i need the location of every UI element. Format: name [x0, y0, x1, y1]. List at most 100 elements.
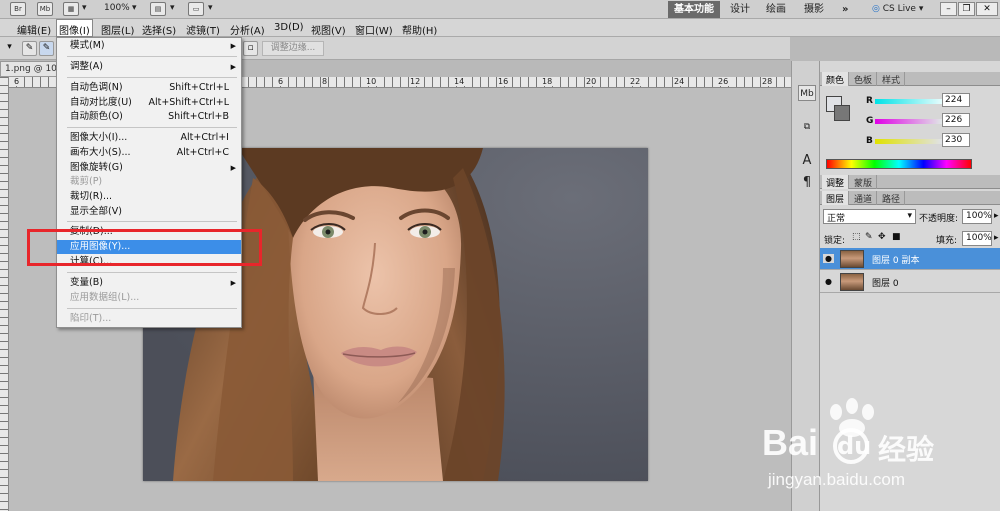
paragraph-panel-icon[interactable]: ¶ [798, 175, 816, 191]
menu-item-auto-color[interactable]: 自动颜色(O) Shift+Ctrl+B [57, 110, 241, 124]
menu-edit[interactable]: 编辑(E) [17, 22, 51, 37]
restore-icon[interactable]: ❐ [958, 2, 975, 16]
fill-dropdown-icon[interactable]: ▸ [994, 233, 999, 243]
menu-analysis[interactable]: 分析(A) [230, 22, 265, 37]
blue-slider[interactable] [875, 139, 949, 144]
tab-paths[interactable]: 路径 [878, 191, 906, 205]
view-extras-icon[interactable]: ▦ [63, 2, 79, 16]
zoom-dropdown-icon[interactable]: ▾ [132, 3, 137, 13]
workspace-painting[interactable]: 绘画 [760, 1, 792, 18]
tab-channels[interactable]: 通道 [850, 191, 878, 205]
layer-name: 图层 0 副本 [872, 256, 920, 266]
ruler-tick-label: 18 [541, 77, 554, 86]
close-icon[interactable]: ✕ [976, 2, 998, 16]
fill-field[interactable]: 100% [962, 231, 992, 246]
red-slider[interactable] [875, 99, 949, 104]
tab-masks[interactable]: 蒙版 [850, 175, 878, 189]
menu-layer[interactable]: 图层(L) [101, 22, 134, 37]
bridge-icon[interactable]: Br [10, 2, 26, 16]
menu-item-canvas-size[interactable]: 画布大小(S)... Alt+Ctrl+C [57, 146, 241, 160]
menu-window[interactable]: 窗口(W) [355, 22, 393, 37]
menu-item-label: 应用数据组(L)... [70, 292, 140, 303]
layer-row[interactable]: ● 图层 0 [820, 271, 1000, 293]
mini-bridge-icon[interactable]: Mb [37, 2, 53, 16]
mini-bridge-panel-icon[interactable]: Mb [798, 85, 816, 101]
ruler-tick-label: 6 [13, 77, 21, 86]
menu-item-label: 图像旋转(G) [70, 162, 123, 173]
menu-item-reveal-all[interactable]: 显示全部(V) [57, 205, 241, 219]
arrange-documents-icon[interactable]: ▤ [150, 2, 166, 16]
menu-item-image-rotation[interactable]: 图像旋转(G) ▶ [57, 161, 241, 175]
tab-adjustments[interactable]: 调整 [822, 175, 850, 189]
blend-mode-select[interactable]: 正常 ▾ [823, 209, 916, 224]
minimize-icon[interactable]: – [940, 2, 957, 16]
layer-row[interactable]: ● 图层 0 副本 [820, 248, 1000, 270]
green-value-field[interactable]: 226 [942, 113, 970, 127]
layers-panel-tabs: 图层 通道 路径 [820, 191, 1000, 205]
menu-item-label: 自动对比度(U) [70, 97, 132, 108]
menu-select[interactable]: 选择(S) [142, 22, 176, 37]
history-panel-icon[interactable]: ⧉ [798, 119, 816, 135]
menu-filter[interactable]: 滤镜(T) [186, 22, 220, 37]
color-spectrum-bar[interactable] [826, 159, 972, 169]
screen-mode-dropdown-icon[interactable]: ▾ [208, 3, 213, 13]
ruler-tick-label: 24 [673, 77, 686, 86]
tab-swatches[interactable]: 色板 [850, 72, 878, 86]
visibility-eye-icon[interactable]: ● [823, 254, 834, 263]
opacity-dropdown-icon[interactable]: ▸ [994, 211, 999, 221]
adjustments-panel-tabs: 调整 蒙版 [820, 175, 1000, 189]
cs-live-button[interactable]: ◎ CS Live ▾ [866, 1, 929, 18]
menu-item-auto-contrast[interactable]: 自动对比度(U) Alt+Shift+Ctrl+L [57, 96, 241, 110]
arrange-dropdown-icon[interactable]: ▾ [170, 3, 175, 13]
workspace-essentials[interactable]: 基本功能 [668, 1, 720, 18]
tab-color[interactable]: 颜色 [822, 72, 850, 86]
menu-3d[interactable]: 3D(D) [274, 22, 304, 33]
menu-help[interactable]: 帮助(H) [402, 22, 437, 37]
tab-styles[interactable]: 样式 [878, 72, 906, 86]
tab-layers[interactable]: 图层 [822, 191, 850, 205]
menu-image[interactable]: 图像(I) [56, 19, 93, 37]
menu-item-image-size[interactable]: 图像大小(I)... Alt+Ctrl+I [57, 131, 241, 145]
menu-item-trim[interactable]: 裁切(R)... [57, 190, 241, 204]
workspace-design[interactable]: 设计 [724, 1, 756, 18]
menu-item-label: 调整(A) [70, 61, 103, 72]
lock-transparency-icon[interactable]: ⬚ [852, 232, 861, 242]
menu-item-label: 图像大小(I)... [70, 132, 128, 143]
menu-item-adjustments[interactable]: 调整(A) ▶ [57, 60, 241, 74]
lock-image-icon[interactable]: ✎ [865, 232, 873, 242]
tool-preset-dropdown-icon[interactable]: ▾ [2, 41, 17, 56]
menu-item-mode[interactable]: 模式(M) ▶ [57, 39, 241, 53]
menu-item-variables[interactable]: 变量(B) ▶ [57, 276, 241, 290]
menu-view[interactable]: 视图(V) [311, 22, 346, 37]
workspace-photography[interactable]: 摄影 [798, 1, 830, 18]
ruler-tick-label: 12 [409, 77, 422, 86]
zoom-level[interactable]: 100% [104, 3, 130, 13]
color-panel-tabs: 颜色 色板 样式 [820, 72, 1000, 86]
menu-item-auto-tone[interactable]: 自动色调(N) Shift+Ctrl+L [57, 81, 241, 95]
lock-position-icon[interactable]: ✥ [878, 232, 886, 242]
green-slider[interactable] [875, 119, 949, 124]
cs-live-label: CS Live [882, 4, 916, 14]
more-workspaces-icon[interactable]: » [836, 1, 854, 18]
document-tab[interactable]: 1.png @ 100 [0, 61, 60, 77]
vertical-ruler[interactable] [0, 77, 9, 511]
ruler-tick-label: 28 [761, 77, 774, 86]
red-value-field[interactable]: 224 [942, 93, 970, 107]
lock-all-icon[interactable]: ■ [892, 232, 901, 242]
view-extras-dropdown-icon[interactable]: ▾ [82, 3, 87, 13]
screen-mode-icon[interactable]: ▭ [188, 2, 204, 16]
menu-separator [67, 77, 237, 78]
refine-edge-button[interactable]: 调整边缘... [262, 41, 324, 56]
visibility-eye-icon[interactable]: ● [823, 277, 834, 286]
opacity-field[interactable]: 100% [962, 209, 992, 224]
auto-enhance-icon[interactable]: ▫ [243, 41, 258, 56]
blue-value-field[interactable]: 230 [942, 133, 970, 147]
ruler-tick-label: 14 [453, 77, 466, 86]
cs-live-icon: ◎ [872, 4, 880, 14]
quick-selection-new-icon[interactable]: ✎ [22, 41, 37, 56]
layer-name: 图层 0 [872, 279, 899, 289]
background-color-swatch[interactable] [834, 105, 850, 121]
quick-selection-add-icon[interactable]: ✎ [39, 41, 54, 56]
character-panel-icon[interactable]: A [798, 153, 816, 169]
ruler-tick-label: 22 [629, 77, 642, 86]
